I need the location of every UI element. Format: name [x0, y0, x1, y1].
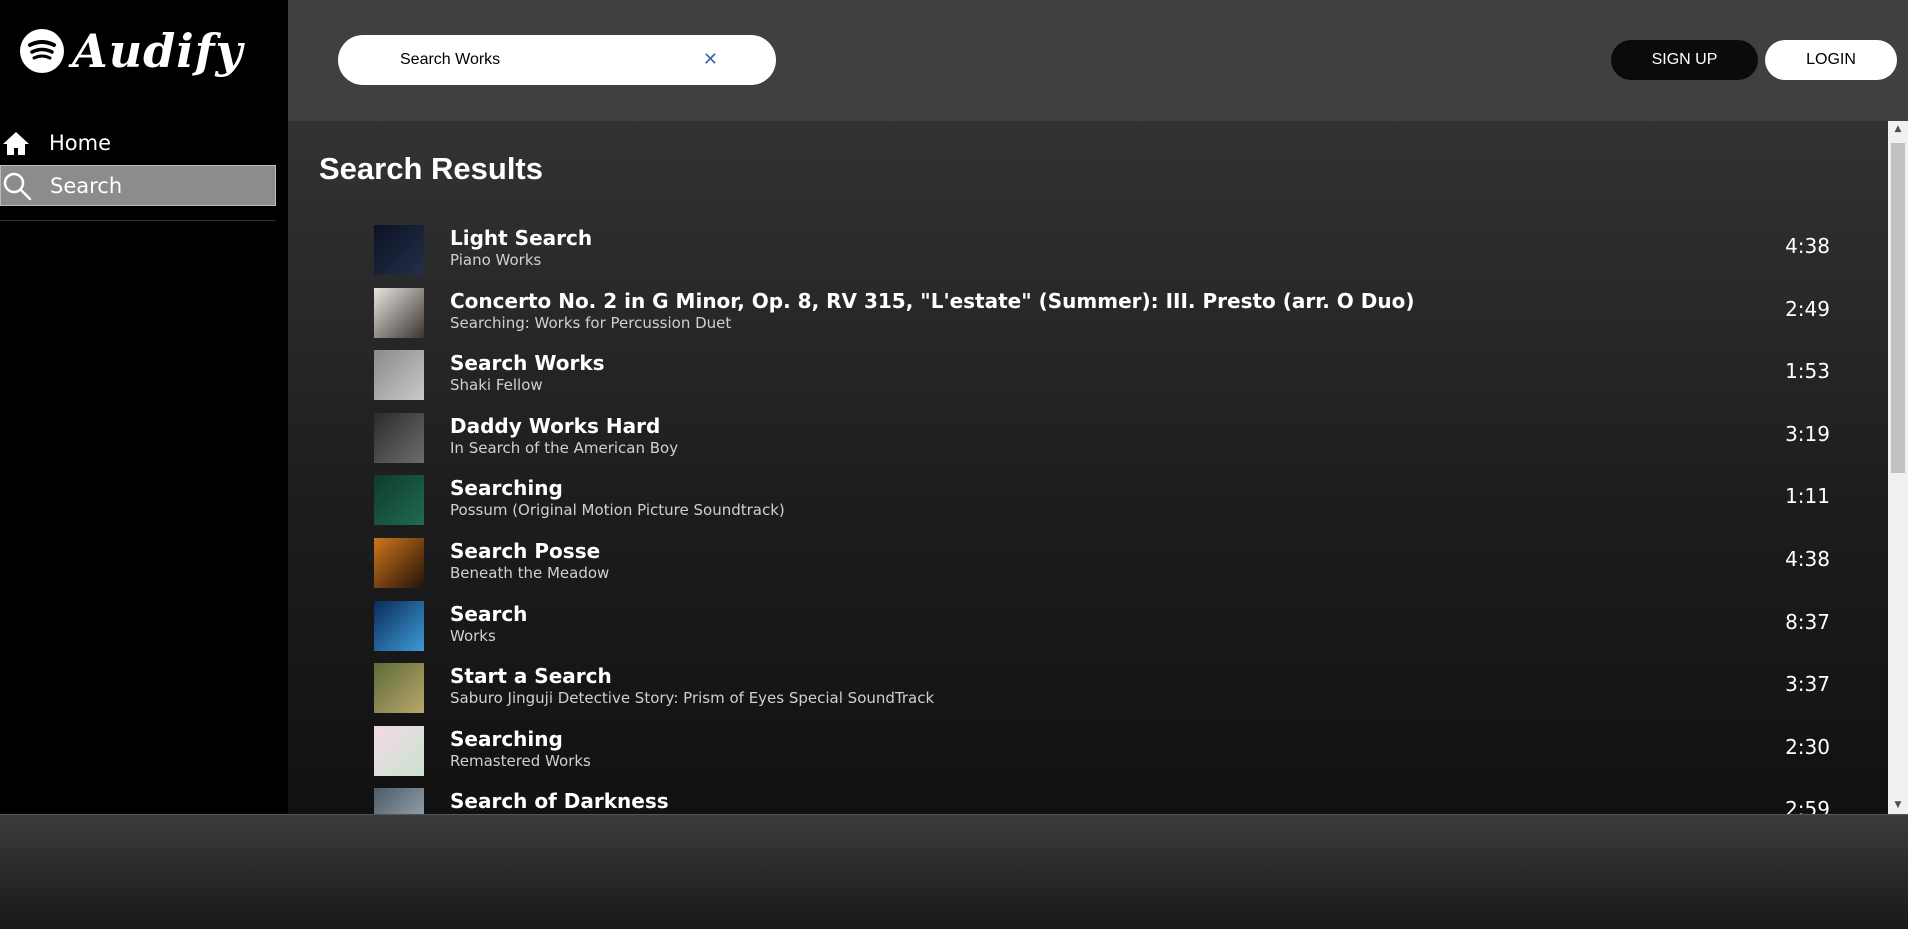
search-box: ✕	[338, 35, 776, 85]
track-duration: 1:53	[1785, 359, 1830, 384]
track-duration: 4:38	[1785, 546, 1830, 571]
album-cover	[374, 663, 424, 714]
track-meta: Search Works	[450, 599, 527, 645]
track-row[interactable]: Search of Darkness 2:59	[374, 786, 1864, 814]
page-title: Search Results	[319, 151, 543, 186]
track-album: In Search of the American Boy	[450, 438, 679, 457]
track-title: Searching	[450, 726, 563, 751]
track-duration: 4:38	[1785, 234, 1830, 258]
album-cover	[374, 600, 424, 651]
track-meta: Search Posse Beneath the Meadow	[450, 536, 609, 582]
track-list: Light Search Piano Works 4:38 Concerto N…	[374, 223, 1864, 814]
track-title: Concerto No. 2 in G Minor, Op. 8, RV 315…	[450, 288, 1415, 313]
album-cover	[374, 225, 424, 275]
album-cover	[374, 475, 424, 526]
track-duration: 2:30	[1785, 734, 1830, 759]
track-row[interactable]: Search Works 8:37	[374, 599, 1864, 662]
sidebar-item-label: Search	[50, 173, 123, 198]
album-cover	[374, 788, 424, 814]
track-album: Piano Works	[450, 251, 542, 269]
track-album: Possum (Original Motion Picture Soundtra…	[450, 501, 785, 520]
track-row[interactable]: Concerto No. 2 in G Minor, Op. 8, RV 315…	[374, 286, 1864, 349]
track-album: Saburo Jinguji Detective Story: Prism of…	[450, 689, 935, 708]
track-title: Light Search	[450, 226, 593, 250]
track-duration: 8:37	[1785, 609, 1830, 634]
app-name: Audify	[72, 24, 244, 78]
track-meta: Light Search Piano Works	[450, 223, 592, 269]
logo[interactable]: Audify	[20, 28, 243, 74]
login-button[interactable]: LOGIN	[1765, 40, 1897, 80]
track-album: Shaki Fellow	[450, 376, 543, 395]
track-title: Search Posse	[450, 538, 601, 563]
track-row[interactable]: Light Search Piano Works 4:38	[374, 223, 1864, 286]
top-header: ✕ SIGN UP LOGIN	[288, 0, 1908, 121]
album-cover	[374, 350, 424, 401]
track-row[interactable]: Search Works Shaki Fellow 1:53	[374, 348, 1864, 411]
album-cover	[374, 537, 424, 588]
main-content: Search Results Light Search Piano Works …	[288, 121, 1888, 814]
track-duration: 2:49	[1785, 296, 1830, 321]
results-scrollbar[interactable]: ▲ ▼	[1888, 121, 1908, 814]
sidebar-item-search[interactable]: Search	[0, 165, 276, 206]
audio-waves-icon	[20, 29, 64, 73]
track-album: Works	[450, 626, 496, 645]
track-row[interactable]: Daddy Works Hard In Search of the Americ…	[374, 411, 1864, 474]
track-meta: Daddy Works Hard In Search of the Americ…	[450, 411, 678, 457]
track-meta: Searching Possum (Original Motion Pictur…	[450, 473, 785, 519]
track-album: Searching: Works for Percussion Duet	[450, 313, 732, 332]
track-title: Search Works	[450, 351, 605, 376]
player-bar	[0, 814, 1908, 929]
track-title: Search	[450, 601, 528, 626]
track-duration: 3:19	[1785, 421, 1830, 446]
sidebar-item-label: Home	[49, 130, 112, 155]
track-title: Daddy Works Hard	[450, 413, 661, 438]
track-meta: Start a Search Saburo Jinguji Detective …	[450, 661, 934, 707]
sidebar-nav: Home Search	[0, 122, 276, 208]
app-root: Audify Home Search Search Works ✕ SIGN U…	[0, 0, 1908, 929]
search-input[interactable]	[398, 50, 702, 70]
track-row[interactable]: Search Posse Beneath the Meadow 4:38	[374, 536, 1864, 599]
track-row[interactable]: Start a Search Saburo Jinguji Detective …	[374, 661, 1864, 724]
track-title: Start a Search	[450, 664, 612, 689]
track-meta: Searching Remastered Works	[450, 724, 591, 770]
album-cover	[374, 287, 424, 338]
album-cover	[374, 412, 424, 463]
track-row[interactable]: Searching Possum (Original Motion Pictur…	[374, 473, 1864, 536]
sidebar-divider	[0, 220, 276, 221]
search-icon	[2, 171, 32, 201]
track-meta: Search Works Shaki Fellow	[450, 348, 605, 394]
close-icon[interactable]: ✕	[703, 51, 718, 69]
track-album: Beneath the Meadow	[450, 563, 610, 582]
sidebar: Audify Home Search	[0, 0, 288, 814]
track-duration: 2:59	[1785, 797, 1830, 814]
album-cover	[374, 725, 424, 776]
track-meta: Search of Darkness	[450, 786, 669, 814]
home-icon	[1, 128, 31, 158]
sign-up-button[interactable]: SIGN UP	[1611, 40, 1758, 80]
track-row[interactable]: Searching Remastered Works 2:30	[374, 724, 1864, 787]
scroll-up-arrow-icon[interactable]: ▲	[1888, 121, 1908, 138]
track-album: Remastered Works	[450, 751, 591, 770]
scroll-down-arrow-icon[interactable]: ▼	[1888, 797, 1908, 814]
track-duration: 3:37	[1785, 672, 1830, 697]
track-title: Searching	[450, 476, 563, 501]
track-meta: Concerto No. 2 in G Minor, Op. 8, RV 315…	[450, 286, 1415, 332]
track-duration: 1:11	[1785, 484, 1830, 509]
scrollbar-thumb[interactable]	[1891, 143, 1905, 473]
track-title: Search of Darkness	[450, 789, 669, 814]
sidebar-item-home[interactable]: Home	[0, 122, 276, 163]
